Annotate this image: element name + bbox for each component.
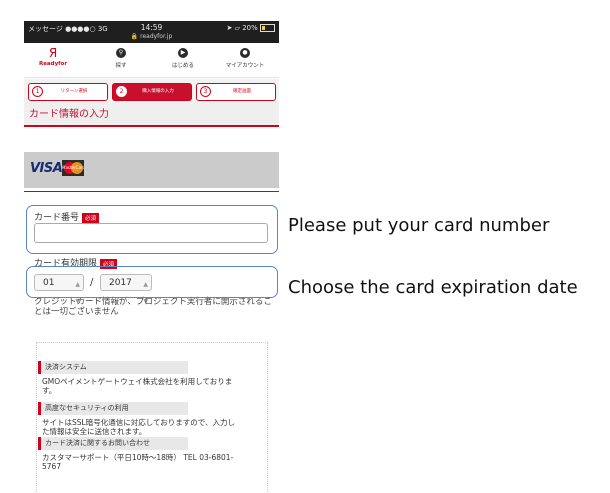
play-icon: ▶: [178, 48, 188, 58]
status-bar: メッセージ ●●●●○ 3G 14:59 🔒 readyfor.jp ➤ ▱ 2…: [24, 21, 279, 43]
user-icon: ●: [240, 48, 250, 58]
card-number-callout: Please put your card number: [288, 215, 550, 236]
expiry-callout: Choose the card expiration date: [288, 277, 578, 298]
phone-screen: メッセージ ●●●●○ 3G 14:59 🔒 readyfor.jp ➤ ▱ 2…: [24, 21, 279, 493]
url-text: readyfor.jp: [140, 33, 173, 40]
privacy-note: クレジットカード情報が、プロジェクト実行者に開示されることは一切ございません: [34, 297, 272, 317]
nav-start[interactable]: ▶ はじめる: [158, 46, 208, 69]
info-heading-payment: 決済システム: [38, 361, 188, 374]
visa-logo: VISA: [30, 161, 63, 176]
battery-status: ➤ ▱ 20%: [227, 24, 275, 32]
card-number-highlight: [26, 205, 278, 254]
info-heading-contact: カード決済に関するお問い合わせ: [38, 437, 188, 450]
search-icon: ⚲: [116, 48, 126, 58]
info-text-security: サイトはSSL暗号化通信に対応しておりますので、入力した情報は安全に送信されます…: [42, 418, 235, 436]
nav-search-label: 探す: [115, 63, 127, 69]
expiry-highlight: [26, 266, 278, 298]
mastercard-text: MasterCard: [62, 165, 84, 170]
step-number: 3: [200, 86, 211, 97]
divider: [24, 191, 279, 192]
battery-icon: [260, 24, 275, 32]
nav-account-label: マイアカウント: [225, 63, 265, 69]
step-confirm: 3 確定画面: [196, 83, 276, 101]
nav-search[interactable]: ⚲ 探す: [96, 46, 146, 69]
nav-account[interactable]: ● マイアカウント: [220, 46, 270, 69]
info-text-payment: GMOペイメントゲートウェイ株式会社を利用しております。: [42, 377, 233, 395]
step-return-select: 1 リターン選択: [28, 83, 108, 101]
top-nav: Я Readyfor ⚲ 探す ▶ はじめる ● マイアカウント: [24, 43, 279, 78]
battery-percent: 20%: [242, 24, 258, 32]
step-label: 購入情報の入力: [142, 89, 174, 94]
mastercard-logo: MasterCard: [62, 160, 84, 176]
nav-start-label: はじめる: [171, 63, 194, 69]
step-number: 2: [116, 86, 127, 97]
info-text-contact: カスタマーサポート（平日10時〜18時） TEL 03-6801-5767: [42, 453, 234, 471]
step-purchase-info: 2 購入情報の入力: [112, 83, 192, 101]
step-number: 1: [32, 86, 43, 97]
info-heading-security: 高度なセキュリティの利用: [38, 402, 188, 415]
progress-steps: 1 リターン選択 2 購入情報の入力 3 確定画面: [24, 79, 279, 103]
url-bar[interactable]: 🔒 readyfor.jp: [24, 33, 279, 40]
logo-text: Readyfor: [38, 61, 68, 67]
step-label: 確定画面: [233, 89, 251, 94]
readyfor-logo[interactable]: Я Readyfor: [28, 46, 78, 67]
step-label: リターン選択: [60, 89, 88, 94]
card-brands: VISA MasterCard: [24, 152, 279, 188]
readyfor-logo-icon: Я: [48, 46, 58, 60]
section-title: カード情報の入力: [24, 103, 279, 127]
